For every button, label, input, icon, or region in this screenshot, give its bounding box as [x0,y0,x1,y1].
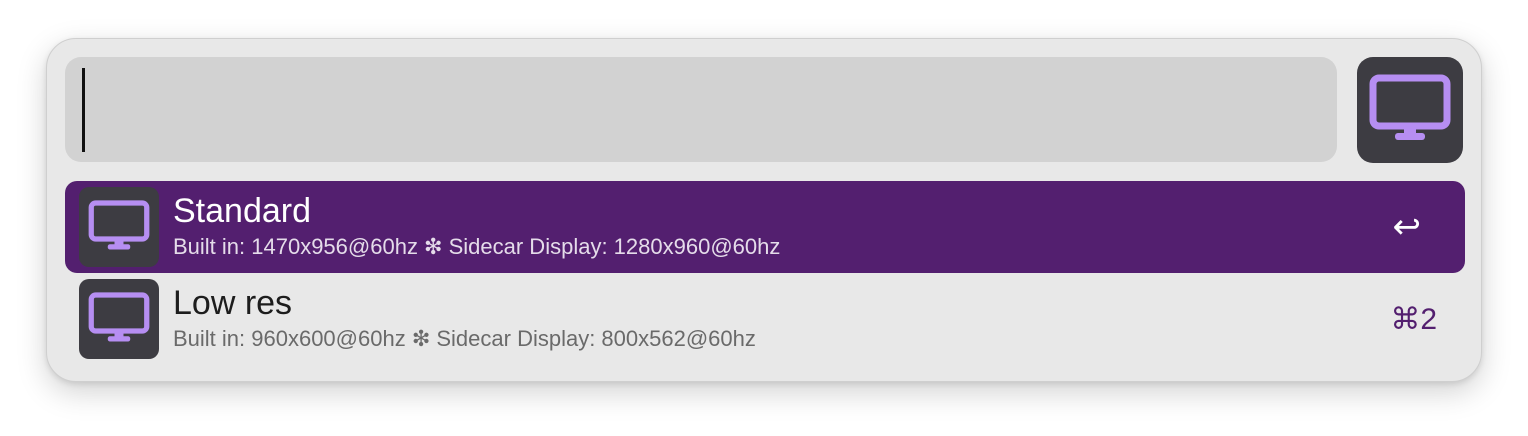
shortcut-label: ⌘2 [1390,302,1437,336]
search-input[interactable] [79,57,1319,162]
monitor-icon [1357,57,1463,163]
launcher-window: Standard Built in: 1470x956@60hz ❇ Sidec… [46,38,1482,382]
result-row-standard[interactable]: Standard Built in: 1470x956@60hz ❇ Sidec… [65,181,1465,273]
result-subtitle: Built in: 1470x956@60hz ❇ Sidecar Displa… [173,234,781,259]
result-title: Standard [173,192,311,230]
result-title: Low res [173,284,293,322]
result-row-low-res[interactable]: Low res Built in: 960x600@60hz ❇ Sidecar… [65,273,1465,365]
search-field[interactable] [65,57,1337,162]
monitor-icon [79,279,159,359]
return-key-icon: ↩ [1392,208,1422,246]
monitor-icon [79,187,159,267]
result-subtitle: Built in: 960x600@60hz ❇ Sidecar Display… [173,326,756,351]
text-caret [82,68,85,152]
